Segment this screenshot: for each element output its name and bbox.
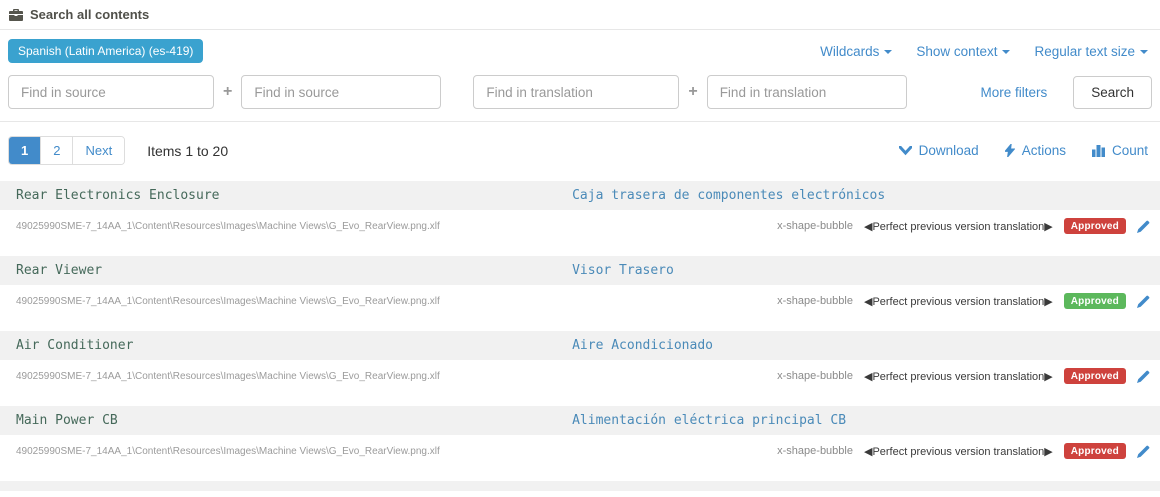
shape-label: x-shape-bubble (777, 220, 853, 232)
more-filters-link[interactable]: More filters (980, 85, 1047, 100)
download-link[interactable]: Download (899, 143, 979, 158)
match-type-label: ◀Perfect previous version translation▶ (864, 220, 1053, 233)
edit-pencil-icon[interactable] (1137, 445, 1150, 458)
status-badge: Approved (1064, 218, 1126, 234)
translation-segment: Caja trasera de componentes electrónicos (572, 188, 1144, 203)
translation-segment: Alimentación eléctrica principal CB (572, 413, 1144, 428)
status-badge: Approved (1064, 293, 1126, 309)
segment-meta-row: 49025990SME-7_14AA_1\Content\Resources\I… (0, 435, 1160, 467)
page-2-button[interactable]: 2 (41, 137, 73, 164)
result-row: Rear Electronics Enclosure Caja trasera … (0, 181, 1160, 242)
chevron-down-icon (1002, 50, 1010, 54)
plus-icon: + (223, 83, 232, 101)
results-list: Rear Electronics Enclosure Caja trasera … (0, 181, 1160, 467)
lightning-icon (1005, 144, 1015, 157)
shape-label: x-shape-bubble (777, 295, 853, 307)
match-type-label: ◀Perfect previous version translation▶ (864, 370, 1053, 383)
segment-row: Main Power CB Alimentación eléctrica pri… (0, 406, 1160, 435)
edit-pencil-icon[interactable] (1137, 370, 1150, 383)
text-size-label: Regular text size (1034, 44, 1135, 59)
find-in-source-input-1[interactable] (8, 75, 214, 109)
page-1-button[interactable]: 1 (9, 137, 41, 164)
pager: 1 2 Next (8, 136, 125, 165)
source-segment: Rear Electronics Enclosure (16, 188, 572, 203)
wildcards-dropdown[interactable]: Wildcards (820, 44, 892, 59)
edit-pencil-icon[interactable] (1137, 295, 1150, 308)
segment-row: Rear Viewer Visor Trasero (0, 256, 1160, 285)
source-segment: Air Conditioner (16, 338, 572, 353)
page-header: Search all contents (0, 0, 1160, 30)
segment-meta: x-shape-bubble ◀Perfect previous version… (777, 218, 1150, 234)
bar-chart-icon (1092, 145, 1105, 157)
segment-meta: x-shape-bubble ◀Perfect previous version… (777, 368, 1150, 384)
file-path: 49025990SME-7_14AA_1\Content\Resources\I… (16, 371, 440, 382)
actions-link[interactable]: Actions (1005, 143, 1066, 158)
match-type-label: ◀Perfect previous version translation▶ (864, 295, 1053, 308)
actions-label: Actions (1022, 143, 1066, 158)
segment-row: Rear Electronics Enclosure Caja trasera … (0, 181, 1160, 210)
show-context-dropdown[interactable]: Show context (916, 44, 1010, 59)
source-segment: Main Power CB (16, 413, 572, 428)
file-path: 49025990SME-7_14AA_1\Content\Resources\I… (16, 221, 440, 232)
wildcards-label: Wildcards (820, 44, 879, 59)
pagination-row: 1 2 Next Items 1 to 20 Download Actions … (0, 122, 1160, 179)
download-label: Download (919, 143, 979, 158)
toolbar: Spanish (Latin America) (es-419) Wildcar… (0, 30, 1160, 71)
translation-segment: Aire Acondicionado (572, 338, 1144, 353)
filters-row: + + More filters Search (0, 71, 1160, 121)
search-button[interactable]: Search (1073, 76, 1152, 109)
show-context-label: Show context (916, 44, 997, 59)
toolbar-links: Wildcards Show context Regular text size (820, 44, 1152, 59)
chevron-down-icon (1140, 50, 1148, 54)
items-count-label: Items 1 to 20 (147, 143, 228, 159)
segment-meta-row: 49025990SME-7_14AA_1\Content\Resources\I… (0, 285, 1160, 317)
segment-meta: x-shape-bubble ◀Perfect previous version… (777, 293, 1150, 309)
chevron-down-icon (899, 146, 912, 156)
count-label: Count (1112, 143, 1148, 158)
next-page-button[interactable]: Next (73, 137, 124, 164)
result-row: Air Conditioner Aire Acondicionado 49025… (0, 331, 1160, 392)
edit-pencil-icon[interactable] (1137, 220, 1150, 233)
translation-segment: Visor Trasero (572, 263, 1144, 278)
result-actions: Download Actions Count (899, 143, 1152, 158)
text-size-dropdown[interactable]: Regular text size (1034, 44, 1148, 59)
count-link[interactable]: Count (1092, 143, 1148, 158)
segment-meta: x-shape-bubble ◀Perfect previous version… (777, 443, 1150, 459)
segment-meta-row: 49025990SME-7_14AA_1\Content\Resources\I… (0, 360, 1160, 392)
briefcase-icon (9, 9, 23, 21)
result-row-partial (0, 481, 1160, 491)
segment-row: Air Conditioner Aire Acondicionado (0, 331, 1160, 360)
find-in-translation-input-2[interactable] (707, 75, 907, 109)
find-in-source-input-2[interactable] (241, 75, 441, 109)
match-type-label: ◀Perfect previous version translation▶ (864, 445, 1053, 458)
page-title: Search all contents (30, 7, 149, 22)
file-path: 49025990SME-7_14AA_1\Content\Resources\I… (16, 446, 440, 457)
file-path: 49025990SME-7_14AA_1\Content\Resources\I… (16, 296, 440, 307)
shape-label: x-shape-bubble (777, 445, 853, 457)
shape-label: x-shape-bubble (777, 370, 853, 382)
chevron-down-icon (884, 50, 892, 54)
segment-meta-row: 49025990SME-7_14AA_1\Content\Resources\I… (0, 210, 1160, 242)
result-row: Rear Viewer Visor Trasero 49025990SME-7_… (0, 256, 1160, 317)
status-badge: Approved (1064, 443, 1126, 459)
find-in-translation-input-1[interactable] (473, 75, 679, 109)
status-badge: Approved (1064, 368, 1126, 384)
source-segment: Rear Viewer (16, 263, 572, 278)
plus-icon: + (688, 83, 697, 101)
language-badge[interactable]: Spanish (Latin America) (es-419) (8, 39, 203, 63)
result-row: Main Power CB Alimentación eléctrica pri… (0, 406, 1160, 467)
